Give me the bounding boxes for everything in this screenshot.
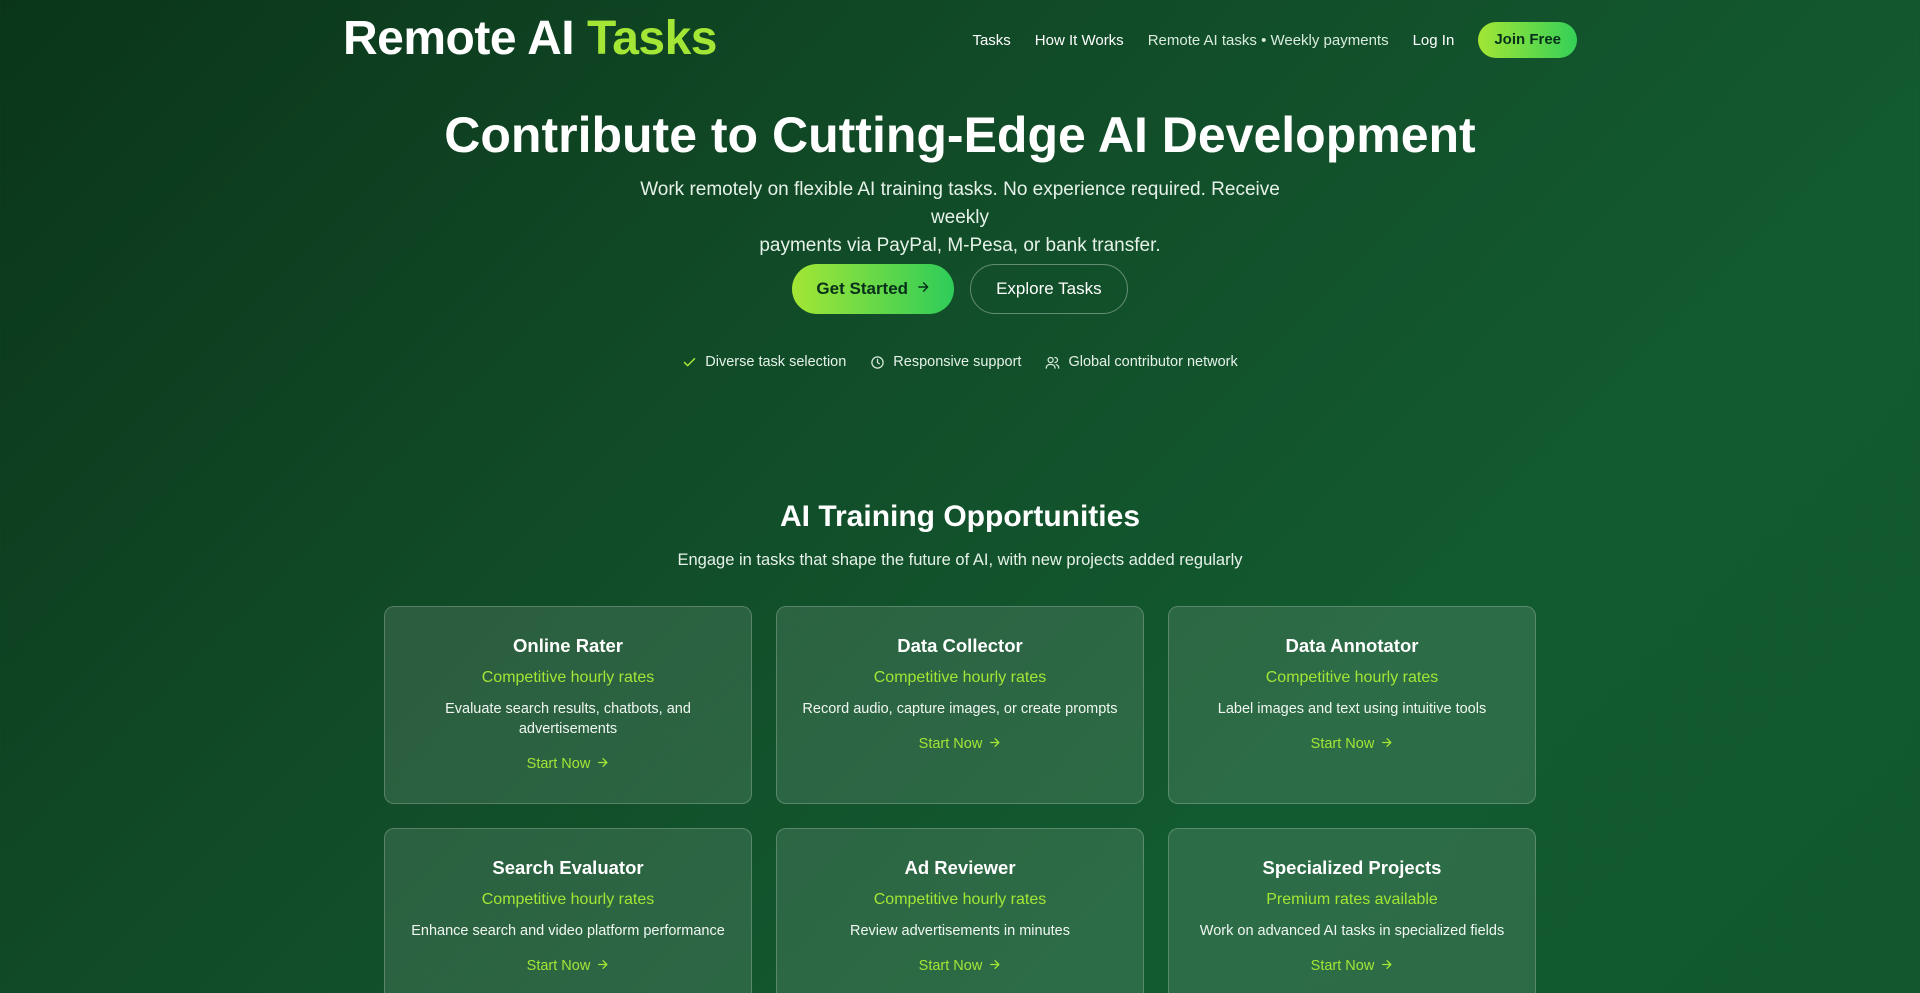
- card-rate: Premium rates available: [1266, 891, 1438, 908]
- feature-item: Diverse task selection: [682, 354, 846, 370]
- start-now-link[interactable]: Start Now: [527, 756, 610, 773]
- opportunity-card-ad-reviewer: Ad Reviewer Competitive hourly rates Rev…: [776, 828, 1144, 993]
- arrow-right-icon: [988, 736, 1001, 753]
- card-title: Ad Reviewer: [904, 857, 1016, 878]
- explore-tasks-button[interactable]: Explore Tasks: [970, 264, 1128, 314]
- feature-label: Responsive support: [893, 354, 1022, 370]
- start-now-label: Start Now: [526, 958, 591, 974]
- hero-subtitle-line2: payments via PayPal, M-Pesa, or bank tra…: [759, 235, 1161, 256]
- site-header: Remote AI Tasks Tasks How It Works Remot…: [343, 0, 1577, 80]
- start-now-label: Start Now: [918, 736, 983, 752]
- opportunity-card-data-collector: Data Collector Competitive hourly rates …: [776, 606, 1144, 804]
- start-now-label: Start Now: [526, 756, 591, 772]
- card-rate: Competitive hourly rates: [873, 669, 1047, 686]
- hero-subtitle-line1: Work remotely on flexible AI training ta…: [640, 179, 1280, 228]
- card-rate: Competitive hourly rates: [873, 891, 1047, 908]
- start-now-label: Start Now: [918, 958, 983, 974]
- feature-list: Diverse task selection Responsive suppor…: [0, 354, 1920, 370]
- card-description: Enhance search and video platform perfor…: [411, 923, 725, 939]
- get-started-button[interactable]: Get Started: [792, 264, 955, 314]
- clock-icon: [870, 355, 885, 370]
- nav-how-it-works[interactable]: How It Works: [1035, 32, 1124, 49]
- feature-item: Responsive support: [870, 354, 1021, 370]
- hero-subtitle: Work remotely on flexible AI training ta…: [610, 176, 1310, 260]
- nav-tasks[interactable]: Tasks: [972, 32, 1010, 49]
- logo[interactable]: Remote AI Tasks: [343, 15, 717, 63]
- hero-title: Contribute to Cutting-Edge AI Developmen…: [444, 107, 1476, 163]
- start-now-label: Start Now: [1310, 736, 1375, 752]
- card-title: Search Evaluator: [492, 857, 644, 878]
- start-now-link[interactable]: Start Now: [1311, 958, 1394, 975]
- opportunity-card-data-annotator: Data Annotator Competitive hourly rates …: [1168, 606, 1536, 804]
- feature-label: Global contributor network: [1068, 354, 1238, 370]
- section-title: AI Training Opportunities: [780, 500, 1140, 533]
- feature-label: Diverse task selection: [705, 354, 847, 370]
- logo-accent: Tasks: [586, 12, 718, 65]
- feature-item: Global contributor network: [1045, 354, 1238, 370]
- card-description: Evaluate search results, chatbots, and a…: [445, 701, 691, 737]
- check-icon: [682, 355, 697, 370]
- cta-row: Get Started Explore Tasks: [0, 264, 1920, 314]
- get-started-label: Get Started: [816, 279, 909, 298]
- arrow-right-icon: [916, 279, 930, 299]
- card-title: Online Rater: [513, 635, 623, 656]
- card-description: Work on advanced AI tasks in specialized…: [1199, 923, 1505, 939]
- arrow-right-icon: [1380, 736, 1393, 753]
- logo-main: Remote AI: [343, 12, 575, 65]
- start-now-link[interactable]: Start Now: [919, 736, 1002, 753]
- card-description: Review advertisements in minutes: [849, 923, 1070, 939]
- opportunity-card-online-rater: Online Rater Competitive hourly rates Ev…: [384, 606, 752, 804]
- card-title: Specialized Projects: [1262, 857, 1442, 878]
- main-nav: Tasks How It Works Remote AI tasks • Wee…: [948, 22, 1577, 58]
- card-rate: Competitive hourly rates: [1265, 669, 1439, 686]
- card-rate: Competitive hourly rates: [481, 669, 655, 686]
- start-now-link[interactable]: Start Now: [527, 958, 610, 975]
- opportunity-cards: Online Rater Competitive hourly rates Ev…: [384, 606, 1536, 993]
- start-now-link[interactable]: Start Now: [919, 958, 1002, 975]
- arrow-right-icon: [1380, 958, 1393, 975]
- card-description: Label images and text using intuitive to…: [1217, 701, 1487, 717]
- users-icon: [1045, 355, 1060, 370]
- card-title: Data Annotator: [1285, 635, 1419, 656]
- start-now-label: Start Now: [1310, 958, 1375, 974]
- arrow-right-icon: [596, 756, 609, 773]
- card-title: Data Collector: [897, 635, 1023, 656]
- nav-tagline[interactable]: Remote AI tasks • Weekly payments: [1148, 32, 1389, 49]
- opportunity-card-search-evaluator: Search Evaluator Competitive hourly rate…: [384, 828, 752, 993]
- join-free-button[interactable]: Join Free: [1478, 22, 1577, 58]
- arrow-right-icon: [988, 958, 1001, 975]
- arrow-right-icon: [596, 958, 609, 975]
- section-subtitle: Engage in tasks that shape the future of…: [677, 551, 1243, 569]
- start-now-link[interactable]: Start Now: [1311, 736, 1394, 753]
- card-rate: Competitive hourly rates: [481, 891, 655, 908]
- card-description: Record audio, capture images, or create …: [802, 701, 1118, 717]
- opportunity-card-specialized-projects: Specialized Projects Premium rates avail…: [1168, 828, 1536, 993]
- nav-login[interactable]: Log In: [1413, 32, 1455, 49]
